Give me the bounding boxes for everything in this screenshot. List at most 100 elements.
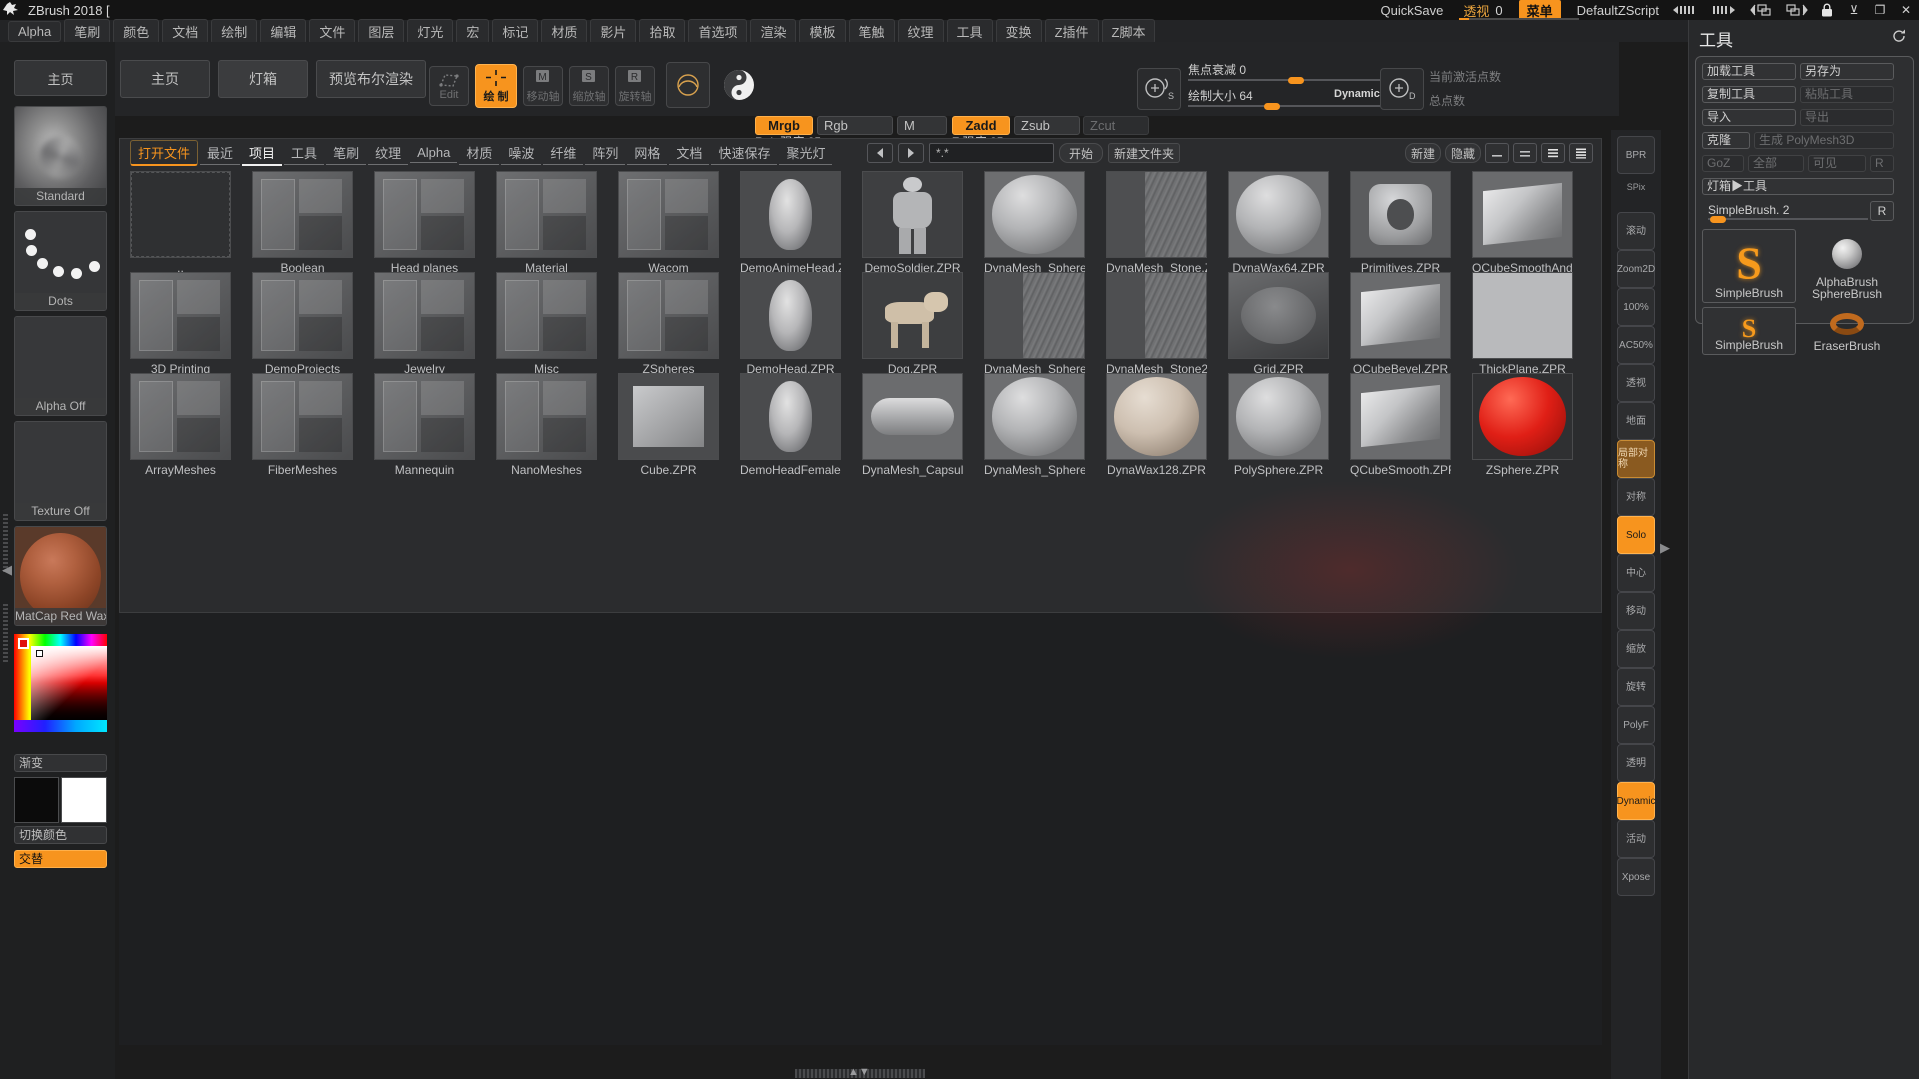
home-button[interactable]: 主页 bbox=[14, 60, 107, 96]
tab-lightbox[interactable]: 灯箱 bbox=[218, 60, 308, 98]
color-swatch-pair[interactable] bbox=[14, 777, 107, 823]
alternate-button[interactable]: 交替 bbox=[14, 850, 107, 868]
lightbox-item[interactable]: DynaMesh_Sphere2.ZPR bbox=[984, 272, 1085, 376]
document-canvas[interactable] bbox=[119, 613, 1602, 1045]
lightbox-item[interactable]: DynaWax128.ZPR bbox=[1106, 373, 1207, 477]
lightbox-item[interactable]: DemoHead.ZPR bbox=[740, 272, 841, 376]
lightbox-tab-14[interactable]: 聚光灯 bbox=[779, 141, 833, 165]
brush-swatch[interactable]: Standard bbox=[14, 106, 107, 206]
zcut-button[interactable]: Zcut bbox=[1083, 116, 1149, 135]
scroll-button[interactable]: 滚动 bbox=[1617, 212, 1655, 250]
m-button[interactable]: M bbox=[897, 116, 947, 135]
lightbox-tab-9[interactable]: 纤维 bbox=[543, 141, 584, 165]
dynamic-label[interactable]: Dynamic bbox=[1334, 88, 1380, 100]
solo-button[interactable]: Solo bbox=[1617, 516, 1655, 554]
search-input[interactable]: *.* bbox=[929, 143, 1054, 163]
zsub-button[interactable]: Zsub bbox=[1014, 116, 1080, 135]
lightbox-item[interactable]: DynaMesh_Stone.ZPR bbox=[1106, 171, 1207, 275]
lightbox-item-thumb[interactable] bbox=[374, 373, 475, 460]
lightbox-tab-10[interactable]: 阵列 bbox=[585, 141, 626, 165]
close-button[interactable]: ✕ bbox=[1893, 0, 1919, 20]
lightbox-item-thumb[interactable] bbox=[252, 171, 353, 258]
lightbox-tool-button[interactable]: 灯箱▶工具 bbox=[1702, 178, 1894, 195]
tab-boolean-render[interactable]: 预览布尔渲染 bbox=[316, 60, 426, 98]
lightbox-item[interactable]: DynaMesh_Sphere3.ZPR bbox=[984, 373, 1085, 477]
lightbox-item-thumb[interactable] bbox=[1228, 171, 1329, 258]
lightbox-item-thumb[interactable] bbox=[618, 373, 719, 460]
activate-button[interactable]: 活动 bbox=[1617, 820, 1655, 858]
view-detail-icon[interactable] bbox=[1569, 143, 1593, 163]
all-button[interactable]: 全部 bbox=[1748, 155, 1804, 172]
lightbox-item-thumb[interactable] bbox=[252, 272, 353, 359]
menu-item-0[interactable]: Alpha bbox=[8, 20, 62, 42]
lightbox-item[interactable]: Boolean bbox=[252, 171, 353, 275]
lightbox-item-thumb[interactable] bbox=[740, 171, 841, 258]
lightbox-item[interactable]: DynaWax64.ZPR bbox=[1228, 171, 1329, 275]
lock-icon[interactable] bbox=[1813, 0, 1841, 20]
material-swatch[interactable]: MatCap Red Wax bbox=[14, 526, 107, 626]
lightbox-item-thumb[interactable] bbox=[1106, 272, 1207, 359]
switch-color-button[interactable]: 切换颜色 bbox=[14, 826, 107, 844]
lightbox-tab-1[interactable]: 最近 bbox=[200, 141, 241, 165]
tool-simplebrush-small[interactable]: S SimpleBrush bbox=[1702, 307, 1796, 355]
lightbox-tab-4[interactable]: 笔刷 bbox=[326, 141, 367, 165]
lightbox-item-thumb[interactable] bbox=[1350, 171, 1451, 258]
menu-item-13[interactable]: 拾取 bbox=[639, 18, 686, 44]
floor-button[interactable]: 地面 bbox=[1617, 402, 1655, 440]
lightbox-item[interactable]: Cube.ZPR bbox=[618, 373, 719, 477]
lightbox-item[interactable]: QCubeSmooth.ZPR bbox=[1350, 373, 1451, 477]
lightbox-item-thumb[interactable] bbox=[984, 272, 1085, 359]
lightbox-item[interactable]: ZSpheres bbox=[618, 272, 719, 376]
zscript-label[interactable]: DefaultZScript bbox=[1567, 0, 1669, 20]
lightbox-item-thumb[interactable] bbox=[1472, 373, 1573, 460]
view-medium-icon[interactable] bbox=[1513, 143, 1537, 163]
lightbox-item[interactable]: DemoSoldier.ZPR bbox=[862, 171, 963, 275]
tool-simplebrush-big[interactable]: S SimpleBrush bbox=[1702, 229, 1796, 303]
next-button[interactable] bbox=[898, 143, 924, 163]
lightbox-item[interactable]: Mannequin bbox=[374, 373, 475, 477]
lightbox-item-thumb[interactable] bbox=[740, 373, 841, 460]
lightbox-item-thumb[interactable] bbox=[252, 373, 353, 460]
lightbox-item-thumb[interactable] bbox=[862, 171, 963, 258]
lightbox-item-thumb[interactable] bbox=[1228, 373, 1329, 460]
xpose-button[interactable]: 对称 bbox=[1617, 478, 1655, 516]
right-bar-collapse-icon[interactable]: ▶ bbox=[1660, 540, 1670, 556]
primary-color-swatch[interactable] bbox=[14, 777, 59, 823]
left-tray-toggle-icon[interactable] bbox=[1669, 0, 1707, 20]
copy-tool-button[interactable]: 复制工具 bbox=[1702, 86, 1796, 103]
lightbox-item[interactable]: DemoAnimeHead.ZPR bbox=[740, 171, 841, 275]
menu-item-11[interactable]: 材质 bbox=[541, 18, 588, 44]
menu-item-12[interactable]: 影片 bbox=[590, 18, 637, 44]
stroke-swatch[interactable]: Dots bbox=[14, 211, 107, 311]
lightbox-item[interactable]: DynaMesh_Capsule.ZPR bbox=[862, 373, 963, 477]
goz-button[interactable]: GoZ bbox=[1702, 155, 1744, 172]
dynamic-button[interactable]: Dynamic bbox=[1617, 782, 1655, 820]
lightbox-item[interactable]: Wacom bbox=[618, 171, 719, 275]
view-list-icon[interactable] bbox=[1541, 143, 1565, 163]
lightbox-item[interactable]: FiberMeshes bbox=[252, 373, 353, 477]
menu-item-20[interactable]: 变换 bbox=[995, 18, 1042, 44]
move-button[interactable]: M 移动轴 bbox=[523, 66, 563, 106]
lightbox-tab-11[interactable]: 网格 bbox=[627, 141, 668, 165]
new-button[interactable]: 新建 bbox=[1405, 143, 1441, 163]
new-folder-button[interactable]: 新建文件夹 bbox=[1108, 143, 1180, 163]
lightbox-item[interactable]: Head planes bbox=[374, 171, 475, 275]
lightbox-item-thumb[interactable] bbox=[1472, 171, 1573, 258]
lightbox-item-thumb[interactable] bbox=[740, 272, 841, 359]
lightbox-item[interactable]: NanoMeshes bbox=[496, 373, 597, 477]
menu-item-2[interactable]: 颜色 bbox=[113, 18, 160, 44]
lightbox-item[interactable]: DynaMesh_Stone2.ZPR bbox=[1106, 272, 1207, 376]
lightbox-item-thumb[interactable] bbox=[496, 171, 597, 258]
lightbox-item-thumb[interactable] bbox=[496, 272, 597, 359]
bottom-collapse-icon[interactable]: ▲▼ bbox=[848, 1066, 870, 1078]
lightbox-item-thumb[interactable] bbox=[1228, 272, 1329, 359]
lightbox-tab-8[interactable]: 噪波 bbox=[501, 141, 542, 165]
lightbox-item[interactable]: ArrayMeshes bbox=[130, 373, 231, 477]
r-button[interactable]: R bbox=[1870, 155, 1894, 172]
lightbox-item-thumb[interactable] bbox=[1106, 171, 1207, 258]
paste-tool-button[interactable]: 粘贴工具 bbox=[1800, 86, 1894, 103]
aahalf-button[interactable]: AC50% bbox=[1617, 326, 1655, 364]
left-dock-collapse-icon[interactable]: ◀ bbox=[2, 562, 12, 578]
lightbox-item-thumb[interactable] bbox=[374, 171, 475, 258]
lightbox-item-thumb[interactable] bbox=[862, 272, 963, 359]
